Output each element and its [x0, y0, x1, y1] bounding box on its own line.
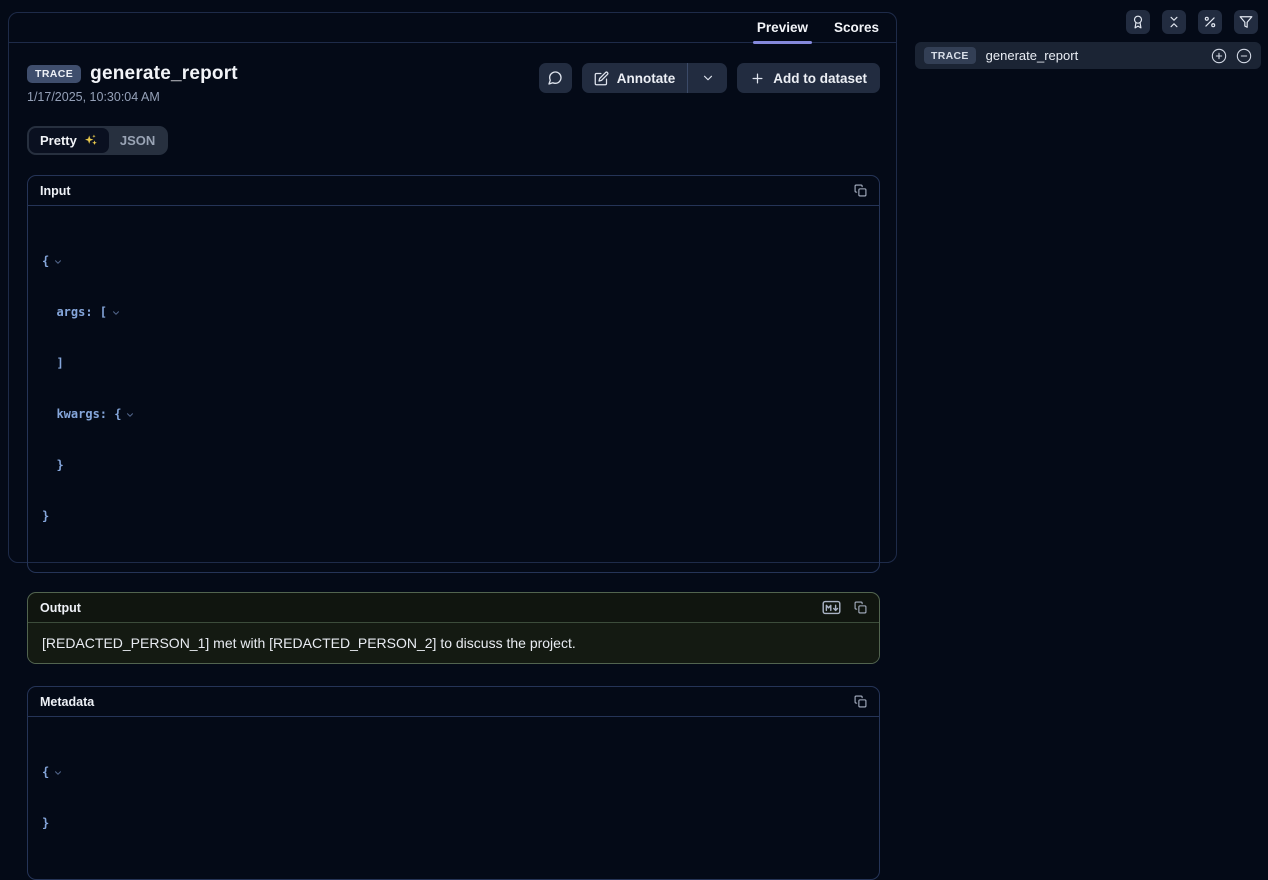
input-section: Input { args: [ ] kwargs: { } }	[27, 175, 880, 573]
view-mode-toggle: Pretty JSON	[27, 126, 168, 155]
trace-tree-row[interactable]: TRACE generate_report	[915, 42, 1261, 69]
trace-title: generate_report	[90, 63, 238, 85]
trace-type-badge: TRACE	[27, 65, 81, 83]
comment-icon	[547, 70, 563, 86]
metadata-json-tree: { }	[28, 717, 879, 879]
chevron-down-icon[interactable]	[111, 308, 121, 318]
code-text: }	[42, 457, 64, 474]
add-to-dataset-label: Add to dataset	[773, 71, 867, 86]
copy-icon[interactable]	[854, 601, 867, 614]
add-to-dataset-button[interactable]: Add to dataset	[737, 63, 880, 93]
input-section-title: Input	[40, 184, 71, 198]
pretty-label: Pretty	[40, 133, 77, 148]
expand-all-button[interactable]	[1211, 48, 1227, 64]
annotate-button[interactable]: Annotate	[582, 63, 688, 93]
code-text: {	[42, 253, 49, 270]
markdown-toggle-icon[interactable]	[822, 600, 841, 615]
metadata-section-title: Metadata	[40, 695, 94, 709]
annotate-dropdown-button[interactable]	[687, 63, 727, 93]
sparkles-icon	[83, 133, 98, 148]
filter-icon	[1239, 15, 1253, 29]
minus-circle-icon	[1236, 48, 1252, 64]
code-line: }	[42, 457, 865, 474]
chevron-down-icon[interactable]	[53, 257, 63, 267]
trace-actions: Annotate Add to dataset	[539, 63, 880, 93]
output-section-title: Output	[40, 601, 81, 615]
plus-circle-icon	[1211, 48, 1227, 64]
code-line: {	[42, 253, 865, 270]
json-label: JSON	[120, 133, 155, 148]
metadata-section: Metadata { }	[27, 686, 880, 880]
chevron-down-icon	[701, 71, 715, 85]
code-line: }	[42, 508, 865, 525]
annotate-split-button: Annotate	[582, 63, 728, 93]
copy-icon[interactable]	[854, 695, 867, 708]
code-text: }	[42, 815, 49, 832]
code-text: ]	[42, 355, 64, 372]
trace-timestamp: 1/17/2025, 10:30:04 AM	[27, 90, 238, 104]
tabs-row: Preview Scores	[9, 13, 896, 43]
trace-header-left: TRACE generate_report 1/17/2025, 10:30:0…	[27, 63, 238, 104]
comment-button[interactable]	[539, 63, 572, 93]
annotate-label: Annotate	[617, 71, 676, 86]
output-text: [REDACTED_PERSON_1] met with [REDACTED_P…	[28, 623, 879, 663]
filter-button[interactable]	[1234, 10, 1258, 34]
chevron-down-icon[interactable]	[53, 768, 63, 778]
edit-pen-icon	[594, 71, 609, 86]
chevron-down-icon[interactable]	[125, 410, 135, 420]
trace-type-badge: TRACE	[924, 47, 976, 64]
percent-icon	[1203, 15, 1217, 29]
percent-button[interactable]	[1198, 10, 1222, 34]
tab-scores[interactable]: Scores	[821, 13, 892, 42]
trace-detail-panel: Preview Scores TRACE generate_report 1/1…	[8, 12, 897, 563]
plus-icon	[750, 71, 765, 86]
toggle-pretty[interactable]: Pretty	[29, 128, 109, 153]
trace-header-row: TRACE generate_report 1/17/2025, 10:30:0…	[27, 63, 880, 104]
collapse-vertical-icon	[1167, 15, 1181, 29]
code-line: ]	[42, 355, 865, 372]
award-button[interactable]	[1126, 10, 1150, 34]
tab-preview[interactable]: Preview	[744, 13, 821, 42]
toggle-json[interactable]: JSON	[109, 128, 166, 153]
code-line: {	[42, 764, 865, 781]
copy-icon[interactable]	[854, 184, 867, 197]
code-text: {	[42, 764, 49, 781]
code-line: args: [	[42, 304, 865, 321]
collapse-vertical-button[interactable]	[1162, 10, 1186, 34]
award-icon	[1131, 15, 1145, 29]
code-text: kwargs: {	[42, 406, 121, 423]
code-line: }	[42, 815, 865, 832]
sidebar-toolbar	[1126, 10, 1258, 34]
code-line: kwargs: {	[42, 406, 865, 423]
input-json-tree: { args: [ ] kwargs: { } }	[28, 206, 879, 572]
code-text: args: [	[42, 304, 107, 321]
output-section: Output [REDACTED_PERSON_1] met with [RED…	[27, 592, 880, 664]
panel-body: TRACE generate_report 1/17/2025, 10:30:0…	[9, 43, 896, 880]
code-text: }	[42, 508, 49, 525]
collapse-all-button[interactable]	[1236, 48, 1252, 64]
trace-tree-title: generate_report	[986, 48, 1201, 63]
